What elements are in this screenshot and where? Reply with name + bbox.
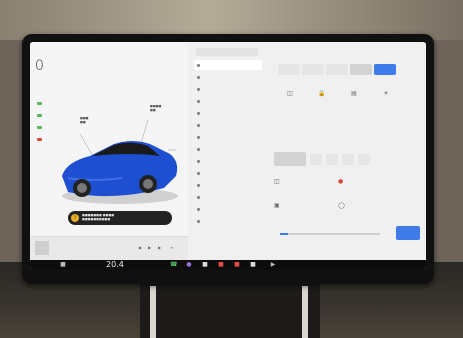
wiper-speed-4-button[interactable] bbox=[358, 154, 370, 165]
menu-item-display[interactable] bbox=[194, 132, 262, 142]
menu-item-locks[interactable] bbox=[194, 108, 262, 118]
cabin-temperature[interactable]: 20.4 bbox=[106, 260, 124, 270]
light-icon: ☀ bbox=[383, 90, 389, 97]
menu-item-charging[interactable] bbox=[194, 84, 262, 94]
car-3d-render bbox=[62, 141, 178, 204]
menu-item-navigation[interactable] bbox=[194, 156, 262, 166]
volume-icon[interactable]: ▶ bbox=[270, 262, 276, 268]
headlights-parking-button[interactable] bbox=[302, 64, 324, 75]
auto-high-beam-button[interactable] bbox=[374, 64, 396, 75]
music-icon[interactable]: ■ bbox=[234, 262, 240, 268]
equalizer-icon[interactable]: ≡ bbox=[170, 246, 174, 250]
previous-track-icon[interactable]: ◀ bbox=[138, 246, 142, 250]
menu-item-lights[interactable] bbox=[194, 120, 262, 130]
media-player: ◀ ▶ ▶ ≡ bbox=[30, 236, 188, 261]
glovebox-icon: ▣ bbox=[274, 202, 280, 209]
alert-toast[interactable]: ! ■■■■■■■ ■■■■ ■■■■■■■■■■ bbox=[68, 211, 172, 225]
wiper-speed-3-button[interactable] bbox=[342, 154, 354, 165]
menu-item-schedule[interactable] bbox=[194, 168, 262, 178]
wiper-speed-2-button[interactable] bbox=[326, 154, 338, 165]
lights-tile[interactable]: ☀ bbox=[374, 90, 398, 108]
brightness-slider[interactable] bbox=[280, 233, 380, 235]
charge-port-control[interactable]: ◯ bbox=[338, 202, 378, 220]
menu-item-controls[interactable] bbox=[194, 60, 262, 70]
fold-mirrors-tile[interactable]: ◫ bbox=[278, 90, 302, 108]
lock-icon: 🔒 bbox=[318, 90, 326, 97]
window-icon: ▤ bbox=[351, 90, 357, 97]
camera-icon[interactable]: ● bbox=[186, 262, 192, 268]
menu-item-upgrades[interactable] bbox=[194, 216, 262, 226]
settings-panel: ◫ 🔒 ▤ ☀ ◫ ● ▣ ◯ bbox=[188, 42, 426, 260]
charge-port-icon: ◯ bbox=[338, 202, 345, 209]
next-track-icon[interactable]: ▶ bbox=[158, 246, 162, 250]
headlights-off-button[interactable] bbox=[278, 64, 300, 75]
phone-icon[interactable]: ☎ bbox=[170, 262, 177, 268]
menu-item-pedals-steering[interactable] bbox=[194, 72, 262, 82]
frunk-open-label[interactable]: ■■■ ■■ bbox=[80, 116, 89, 124]
headlights-on-button[interactable] bbox=[326, 64, 348, 75]
steering-wheel-icon: ● bbox=[338, 178, 344, 185]
window-lock-tile[interactable]: ▤ bbox=[342, 90, 366, 108]
trunk-open-label[interactable]: ■■■■ ■■ bbox=[150, 104, 161, 112]
apply-button[interactable] bbox=[396, 226, 420, 240]
menu-item-autopilot[interactable] bbox=[194, 96, 262, 106]
alert-text: ■■■■■■■ ■■■■ ■■■■■■■■■■ bbox=[82, 213, 115, 221]
album-art[interactable] bbox=[35, 241, 49, 255]
brightness-slider-fill bbox=[280, 233, 288, 235]
mirror-icon: ◫ bbox=[287, 90, 293, 97]
wiper-speed-1-button[interactable] bbox=[310, 154, 322, 165]
menu-item-trips[interactable] bbox=[194, 144, 262, 154]
car-icon[interactable]: ■ bbox=[60, 262, 66, 268]
steering-adjust-control[interactable]: ● bbox=[338, 178, 378, 196]
stand-leg-left bbox=[150, 286, 156, 338]
bottom-dock: ■ 20.4 ☎ ● ■ ■ ■ ■ ▶ bbox=[30, 260, 426, 270]
menu-item-service[interactable] bbox=[194, 192, 262, 202]
wiper-off-button[interactable] bbox=[274, 152, 306, 166]
glovebox-control[interactable]: ▣ bbox=[274, 202, 304, 220]
bluetooth-icon[interactable]: ■ bbox=[218, 262, 224, 268]
child-lock-tile[interactable]: 🔒 bbox=[310, 90, 334, 108]
headlights-auto-button[interactable] bbox=[350, 64, 372, 75]
settings-search-input[interactable] bbox=[196, 48, 258, 56]
display-stand bbox=[140, 280, 320, 338]
calendar-icon[interactable]: ■ bbox=[250, 262, 256, 268]
menu-item-safety[interactable] bbox=[194, 180, 262, 190]
menu-item-software[interactable] bbox=[194, 204, 262, 214]
play-icon[interactable]: ▶ bbox=[148, 246, 152, 250]
mirror-adjust-icon: ◫ bbox=[274, 178, 280, 185]
app-icon[interactable]: ■ bbox=[202, 262, 208, 268]
car-status-panel: 0 ■■■ ■■ ■■■■ ■■ ! ■■■■■■■ ■■■■ ■■■■■■■■■■ bbox=[30, 42, 188, 261]
mirror-adjust-control[interactable]: ◫ bbox=[274, 178, 304, 196]
touchscreen: 0 ■■■ ■■ ■■■■ ■■ ! ■■■■■■■ ■■■■ ■■■■■■■■■■ bbox=[30, 42, 426, 270]
stand-leg-right bbox=[302, 286, 308, 338]
warning-icon: ! bbox=[71, 214, 79, 222]
